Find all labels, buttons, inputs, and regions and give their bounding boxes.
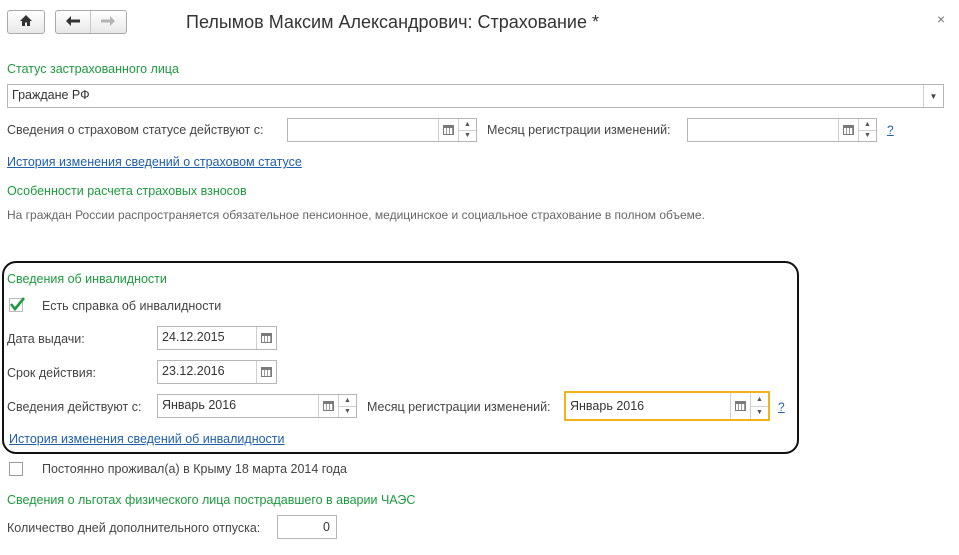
calc-features-note: На граждан России распространяется обяза…: [7, 208, 705, 222]
home-button[interactable]: [7, 10, 45, 34]
valid-until-field[interactable]: 23.12.2016: [157, 360, 277, 384]
disability-heading: Сведения об инвалидности: [7, 272, 167, 286]
disability-effective-from-label: Сведения действуют с:: [7, 400, 142, 414]
home-icon: [19, 14, 33, 30]
disability-effective-from-field[interactable]: Январь 2016 ▲ ▼: [157, 394, 357, 418]
spin-buttons[interactable]: ▲ ▼: [338, 395, 356, 417]
spin-up-icon[interactable]: ▲: [459, 119, 476, 130]
calendar-icon[interactable]: [730, 393, 750, 419]
disability-effective-from-value: Январь 2016: [162, 398, 237, 412]
dropdown-arrow-icon[interactable]: ▼: [923, 85, 943, 107]
back-arrow-icon: [66, 15, 80, 29]
calendar-icon[interactable]: [318, 395, 338, 417]
spin-buttons[interactable]: ▲ ▼: [458, 119, 476, 141]
spin-buttons[interactable]: ▲ ▼: [858, 119, 876, 141]
close-icon[interactable]: ×: [937, 11, 945, 27]
calendar-icon[interactable]: [256, 327, 276, 349]
crimea-checkbox[interactable]: [9, 462, 23, 476]
issue-date-field[interactable]: 24.12.2015: [157, 326, 277, 350]
status-effective-from-label: Сведения о страховом статусе действуют с…: [7, 123, 264, 137]
forward-arrow-icon: [100, 15, 115, 29]
status-month-reg-value: [688, 119, 838, 141]
status-effective-from-value: [288, 119, 438, 141]
spin-buttons[interactable]: ▲ ▼: [750, 393, 768, 419]
back-button[interactable]: [56, 11, 90, 33]
calendar-icon[interactable]: [438, 119, 458, 141]
valid-until-label: Срок действия:: [7, 366, 96, 380]
status-history-link[interactable]: История изменения сведений о страховом с…: [7, 155, 302, 169]
spin-up-icon[interactable]: ▲: [859, 119, 876, 130]
history-nav: [55, 10, 127, 34]
forward-button[interactable]: [90, 11, 124, 33]
disability-history-link[interactable]: История изменения сведений об инвалиднос…: [9, 432, 285, 446]
disability-month-reg-field[interactable]: Январь 2016 ▲ ▼: [564, 391, 770, 421]
window-title: Пелымов Максим Александрович: Страховани…: [186, 12, 599, 32]
calc-features-heading: Особенности расчета страховых взносов: [7, 184, 247, 198]
disability-help-link[interactable]: ?: [778, 400, 785, 414]
insured-status-select[interactable]: Граждане РФ ▼: [7, 84, 944, 108]
insured-status-value: Граждане РФ: [12, 88, 90, 102]
insured-status-heading: Статус застрахованного лица: [7, 62, 179, 76]
status-month-reg-field[interactable]: ▲ ▼: [687, 118, 877, 142]
status-effective-from-field[interactable]: ▲ ▼: [287, 118, 477, 142]
spin-down-icon[interactable]: ▼: [859, 129, 876, 142]
calendar-icon[interactable]: [256, 361, 276, 383]
extra-days-input[interactable]: 0: [277, 515, 337, 539]
spin-down-icon[interactable]: ▼: [751, 405, 768, 420]
valid-until-value: 23.12.2016: [162, 364, 225, 378]
crimea-label: Постоянно проживал(а) в Крыму 18 марта 2…: [42, 462, 347, 476]
checkmark-icon: [9, 296, 26, 315]
disability-month-reg-value: Январь 2016: [570, 399, 645, 413]
extra-days-label: Количество дней дополнительного отпуска:: [7, 521, 261, 535]
has-certificate-label: Есть справка об инвалидности: [42, 299, 222, 313]
chaes-heading: Сведения о льготах физического лица пост…: [7, 493, 416, 507]
status-help-link[interactable]: ?: [887, 123, 894, 137]
disability-month-reg-label: Месяц регистрации изменений:: [367, 400, 551, 414]
spin-down-icon[interactable]: ▼: [459, 129, 476, 142]
has-certificate-checkbox[interactable]: [9, 296, 26, 315]
issue-date-label: Дата выдачи:: [7, 332, 85, 346]
spin-up-icon[interactable]: ▲: [339, 395, 356, 406]
status-month-reg-label: Месяц регистрации изменений:: [487, 123, 671, 137]
calendar-icon[interactable]: [838, 119, 858, 141]
issue-date-value: 24.12.2015: [162, 330, 225, 344]
spin-down-icon[interactable]: ▼: [339, 405, 356, 418]
disability-group-frame: [2, 261, 799, 454]
spin-up-icon[interactable]: ▲: [751, 393, 768, 406]
